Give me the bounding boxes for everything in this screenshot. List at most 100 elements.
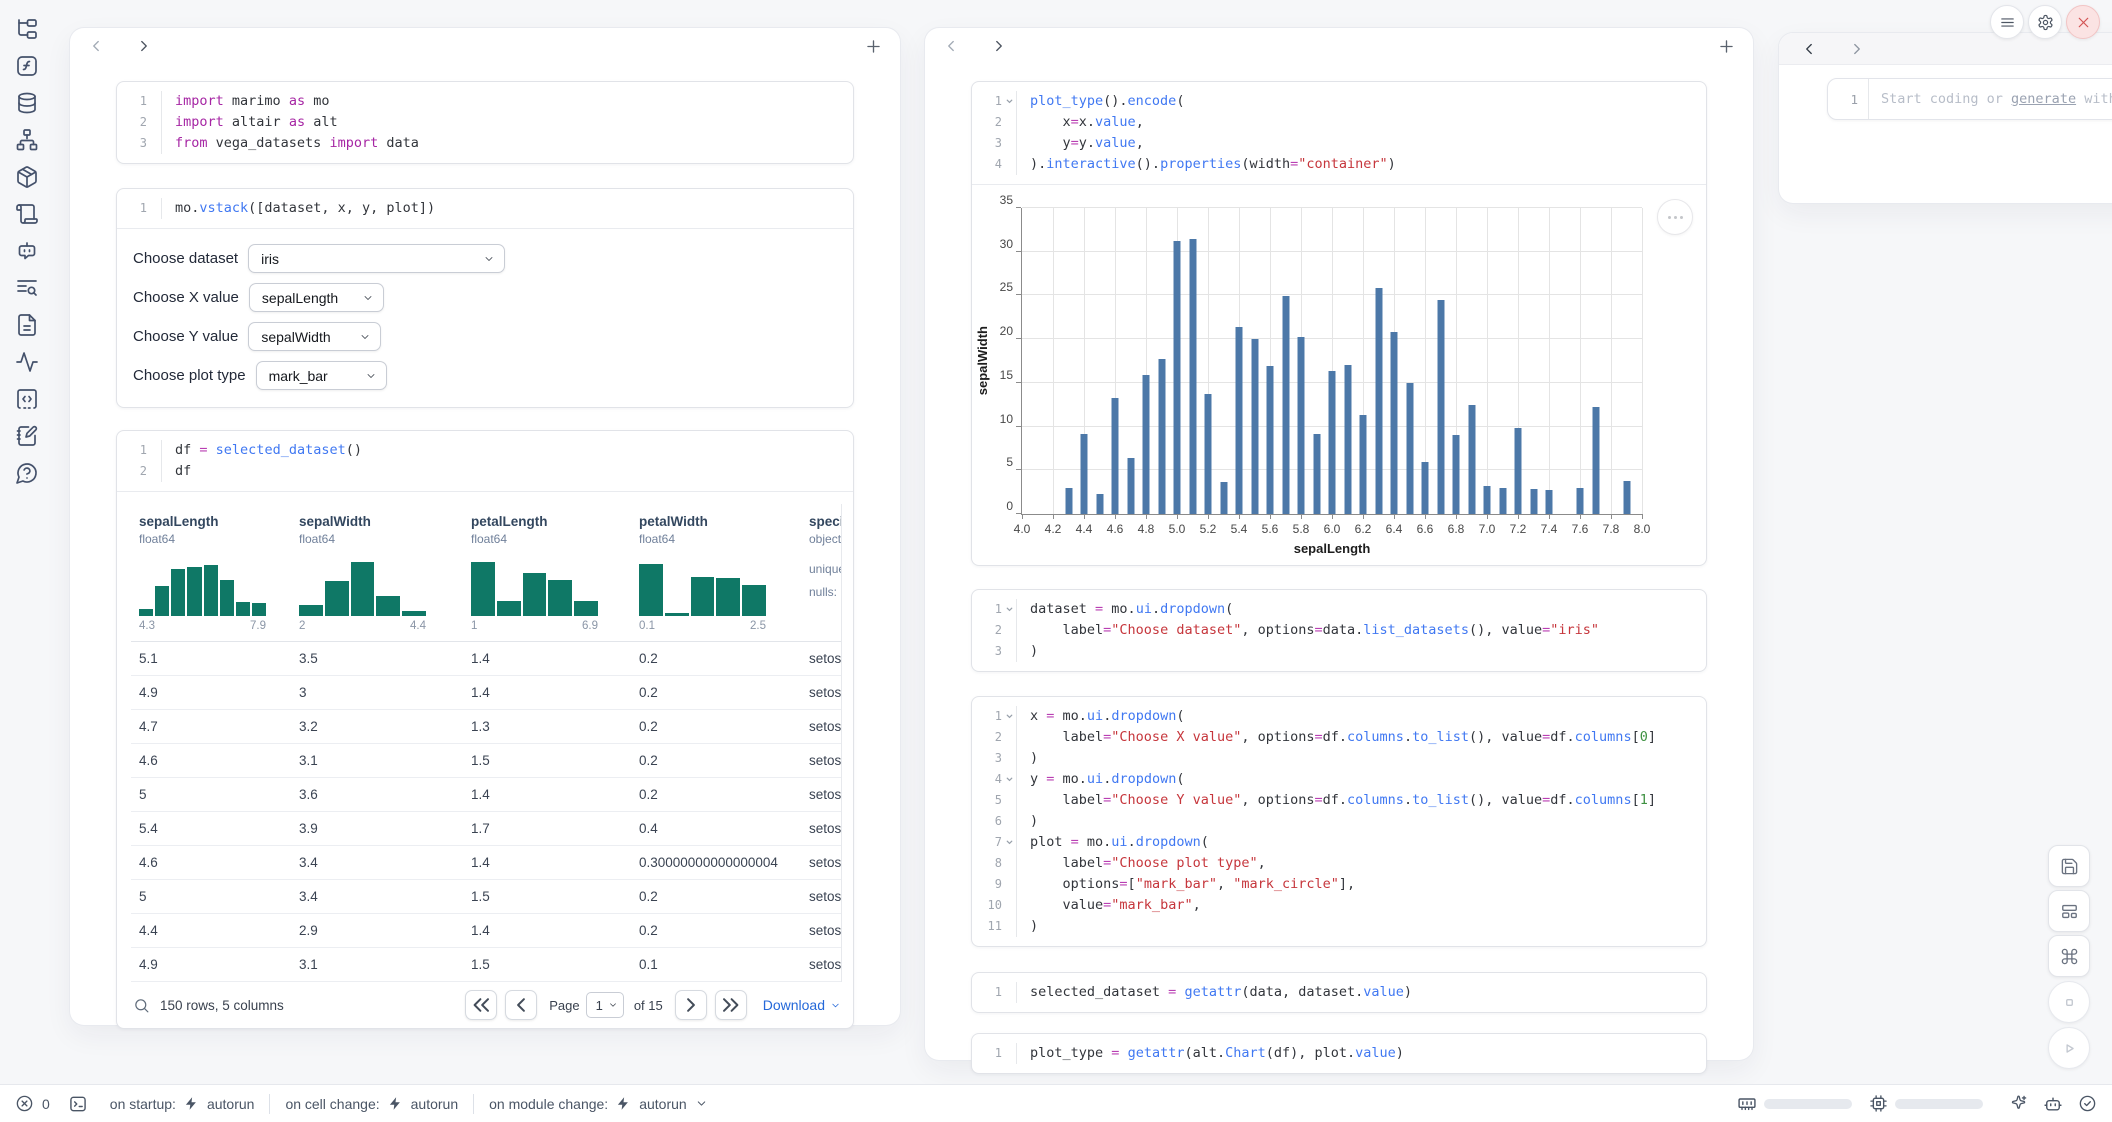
chart-bar[interactable] — [1096, 494, 1103, 514]
runtime-config-2[interactable]: on module change:autorun — [489, 1096, 708, 1112]
command-button[interactable] — [2048, 935, 2090, 977]
sidebar-bot-message-icon[interactable] — [15, 239, 39, 263]
sidebar-help-circle-icon[interactable] — [15, 461, 39, 485]
table-row[interactable]: 53.61.40.2setosa — [131, 778, 841, 812]
table-column-header[interactable]: petalWidthfloat640.12.5 — [639, 514, 809, 632]
chart-bar[interactable] — [1437, 300, 1444, 514]
table-column-header[interactable]: sepalWidthfloat6424.4 — [299, 514, 471, 632]
chart-bar[interactable] — [1499, 488, 1506, 514]
chart-menu-button[interactable] — [1657, 199, 1693, 235]
bot-icon[interactable] — [2043, 1094, 2063, 1114]
table-row[interactable]: 5.13.51.40.2setosa — [131, 642, 841, 676]
chart-bar[interactable] — [1422, 462, 1429, 514]
chart-bar[interactable] — [1189, 239, 1196, 514]
chart-bar[interactable] — [1530, 489, 1537, 514]
page-select[interactable]: 1 — [586, 992, 624, 1018]
code-line[interactable]: 2import altair as alt — [117, 112, 853, 133]
code-line[interactable]: 2 x=x.value, — [972, 112, 1706, 133]
code-cell-dataframe[interactable]: 1df = selected_dataset()2df sepalLengthf… — [116, 430, 854, 1029]
check-circle-icon[interactable] — [2078, 1094, 2097, 1113]
table-column-header[interactable]: petalLengthfloat6416.9 — [471, 514, 639, 632]
code-line[interactable]: 9 options=["mark_bar", "mark_circle"], — [972, 874, 1706, 895]
chart-bar[interactable] — [1406, 383, 1413, 514]
sidebar-activity-icon[interactable] — [15, 350, 39, 374]
chart-bar[interactable] — [1081, 434, 1088, 514]
sidebar-file-tree-icon[interactable] — [15, 17, 39, 41]
chart-bar[interactable] — [1453, 435, 1460, 514]
close-button[interactable] — [2066, 5, 2100, 39]
chart-bar[interactable] — [1484, 486, 1491, 514]
chart-bar[interactable] — [1065, 488, 1072, 514]
first-page-button[interactable] — [465, 990, 497, 1020]
chart-bar[interactable] — [1158, 359, 1165, 514]
altair-bar-chart[interactable]: 051015202530354.04.24.44.64.85.05.25.45.… — [972, 185, 1706, 565]
code-line[interactable]: 1import marimo as mo — [117, 91, 853, 112]
code-cell-chart[interactable]: 1plot_type().encode(2 x=x.value,3 y=y.va… — [971, 81, 1707, 566]
chart-bar[interactable] — [1515, 428, 1522, 514]
sidebar-database-icon[interactable] — [15, 91, 39, 115]
chart-bar[interactable] — [1112, 398, 1119, 514]
code-line[interactable]: 3from vega_datasets import data — [117, 133, 853, 154]
table-row[interactable]: 5.43.91.70.4setosa — [131, 812, 841, 846]
chart-bar[interactable] — [1127, 458, 1134, 514]
chevron-left-icon[interactable] — [87, 37, 105, 55]
code-line[interactable]: 1plot_type().encode( — [972, 91, 1706, 112]
table-row[interactable]: 4.73.21.30.2setosa — [131, 710, 841, 744]
empty-code-cell[interactable]: 1 Start coding or generate with AI — [1827, 78, 2112, 120]
code-line[interactable]: 3) — [972, 641, 1706, 662]
code-line[interactable]: 4y = mo.ui.dropdown( — [972, 769, 1706, 790]
widget-select-choose-y-value[interactable]: sepalWidth — [248, 322, 381, 351]
chart-bar[interactable] — [1329, 371, 1336, 514]
table-row[interactable]: 4.93.11.50.1setosa — [131, 948, 841, 982]
chart-bar[interactable] — [1360, 415, 1367, 514]
error-count-button[interactable]: 0 — [15, 1094, 50, 1113]
download-button[interactable]: Download — [763, 997, 841, 1013]
table-row[interactable]: 53.41.50.2setosa — [131, 880, 841, 914]
table-column-header[interactable]: speciesobjectuniquenulls: — [809, 514, 841, 632]
table-row[interactable]: 4.63.41.40.30000000000000004setosa — [131, 846, 841, 880]
code-cell-selected-dataset[interactable]: 1selected_dataset = getattr(data, datase… — [971, 972, 1707, 1013]
widget-select-choose-x-value[interactable]: sepalLength — [249, 283, 384, 312]
sidebar-file-text-icon[interactable] — [15, 313, 39, 337]
layout-panels-button[interactable] — [2048, 890, 2090, 932]
sidebar-text-search-icon[interactable] — [15, 276, 39, 300]
code-cell-xy-plot-dropdowns[interactable]: 1x = mo.ui.dropdown(2 label="Choose X va… — [971, 696, 1707, 947]
chart-bar[interactable] — [1205, 394, 1212, 514]
add-cell-button[interactable] — [864, 37, 883, 56]
chart-bar[interactable] — [1577, 488, 1584, 514]
add-cell-button[interactable] — [1717, 37, 1736, 56]
table-row[interactable]: 4.63.11.50.2setosa — [131, 744, 841, 778]
table-row[interactable]: 4.42.91.40.2setosa — [131, 914, 841, 948]
chart-bar[interactable] — [1468, 405, 1475, 514]
table-row[interactable]: 4.931.40.2setosa — [131, 676, 841, 710]
chevron-left-icon[interactable] — [1800, 40, 1818, 58]
prev-page-button[interactable] — [505, 990, 537, 1020]
chart-bar[interactable] — [1375, 288, 1382, 514]
chart-bar[interactable] — [1298, 337, 1305, 514]
chart-bar[interactable] — [1236, 327, 1243, 514]
code-line[interactable]: 1selected_dataset = getattr(data, datase… — [972, 982, 1706, 1003]
chart-bar[interactable] — [1220, 482, 1227, 514]
play-button[interactable] — [2048, 1027, 2090, 1069]
chart-bar[interactable] — [1623, 481, 1630, 514]
save-button[interactable] — [2048, 845, 2090, 887]
code-line[interactable]: 1df = selected_dataset() — [117, 440, 853, 461]
chart-bar[interactable] — [1143, 375, 1150, 514]
code-line[interactable]: 8 label="Choose plot type", — [972, 853, 1706, 874]
chart-bar[interactable] — [1174, 241, 1181, 514]
chart-bar[interactable] — [1546, 490, 1553, 514]
code-input[interactable]: Start coding or generate with AI — [1869, 79, 2112, 119]
sidebar-code-snippet-icon[interactable] — [15, 387, 39, 411]
chart-bar[interactable] — [1592, 407, 1599, 514]
terminal-button[interactable] — [68, 1094, 88, 1114]
sidebar-scroll-icon[interactable] — [15, 202, 39, 226]
code-line[interactable]: 1x = mo.ui.dropdown( — [972, 706, 1706, 727]
last-page-button[interactable] — [715, 990, 747, 1020]
chevron-right-icon[interactable] — [1848, 40, 1866, 58]
chart-bar[interactable] — [1344, 365, 1351, 515]
code-line[interactable]: 1mo.vstack([dataset, x, y, plot]) — [117, 198, 853, 219]
chart-bar[interactable] — [1267, 366, 1274, 514]
code-line[interactable]: 7plot = mo.ui.dropdown( — [972, 832, 1706, 853]
table-column-header[interactable]: sepalLengthfloat644.37.9 — [139, 514, 299, 632]
code-cell-vstack[interactable]: 1mo.vstack([dataset, x, y, plot]) Choose… — [116, 188, 854, 408]
